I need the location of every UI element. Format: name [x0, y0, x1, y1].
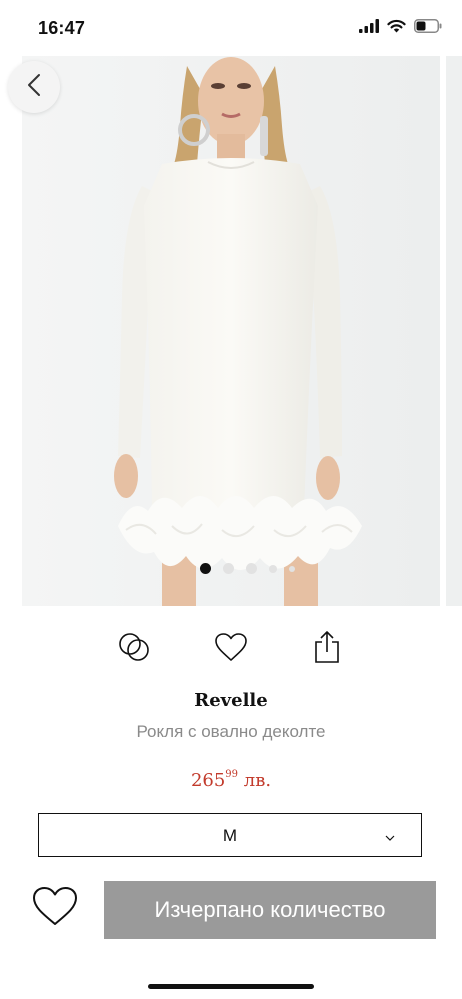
chevron-down-icon [385, 828, 395, 846]
share-button[interactable] [308, 630, 346, 668]
share-icon [313, 630, 341, 669]
compare-icon [117, 630, 151, 669]
status-time: 16:47 [38, 18, 86, 38]
price-cents: 99 [225, 769, 239, 780]
carousel-dot[interactable] [289, 565, 295, 572]
wifi-icon [387, 19, 406, 38]
product-price: 26599 лв. [0, 769, 462, 791]
carousel-dot[interactable] [246, 563, 257, 574]
status-icons [359, 19, 442, 38]
carousel-dot[interactable] [200, 563, 211, 574]
wishlist-button[interactable] [30, 885, 80, 931]
heart-icon [31, 885, 79, 932]
home-indicator [148, 984, 314, 989]
action-row [0, 630, 462, 670]
product-name: Рокля с овално деколте [136, 722, 326, 741]
status-bar: 16:47 [0, 0, 462, 56]
carousel-dots [200, 563, 295, 574]
battery-fill [416, 21, 426, 31]
product-brand: Revelle [194, 690, 268, 711]
price-currency: лв. [243, 770, 272, 791]
price-main: 265 [190, 770, 226, 791]
size-select-value: M [222, 826, 238, 845]
compare-button[interactable] [115, 630, 153, 668]
battery-icon [414, 19, 442, 38]
back-button[interactable] [8, 61, 60, 113]
size-select[interactable]: M [38, 813, 422, 857]
signal-icon [359, 19, 379, 38]
back-chevron-icon [27, 73, 41, 102]
favorite-button[interactable] [212, 630, 250, 668]
out-of-stock-button[interactable]: Изчерпано количество [104, 881, 436, 939]
heart-icon [214, 632, 248, 667]
product-image[interactable] [22, 56, 440, 606]
carousel-dot[interactable] [223, 563, 234, 574]
next-image-peek[interactable] [446, 56, 462, 606]
carousel-dot[interactable] [269, 564, 277, 573]
